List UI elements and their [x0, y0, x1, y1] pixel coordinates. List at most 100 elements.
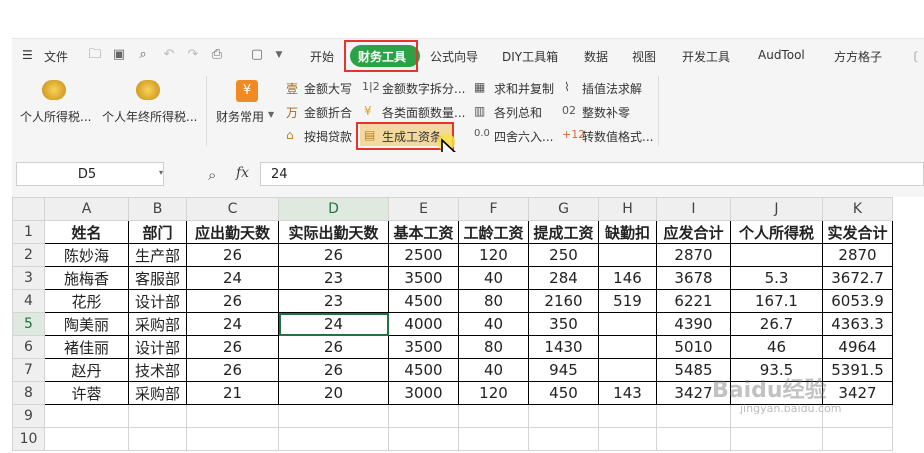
undo-icon[interactable]: ↶: [162, 48, 176, 62]
cell[interactable]: 2500: [388, 243, 459, 267]
cell[interactable]: 80: [458, 335, 529, 359]
row-header[interactable]: 6: [12, 335, 45, 359]
cell[interactable]: [186, 427, 279, 451]
column-header[interactable]: A: [44, 197, 129, 221]
cell[interactable]: 3000: [388, 381, 459, 405]
cell[interactable]: 花彤: [44, 289, 129, 313]
tabs-overflow-icon[interactable]: 〔: [906, 48, 918, 65]
column-header[interactable]: I: [656, 197, 731, 221]
cell[interactable]: 3672.7: [822, 266, 893, 290]
tab-audtool[interactable]: AudTool: [758, 48, 805, 62]
to-number-format-button[interactable]: 转数值格式...: [582, 128, 653, 145]
cell[interactable]: 褚佳丽: [44, 335, 129, 359]
more-dropdown-icon[interactable]: ▼: [272, 48, 286, 62]
column-header[interactable]: J: [730, 197, 823, 221]
cell[interactable]: 2160: [528, 289, 599, 313]
cell[interactable]: [598, 358, 657, 382]
cell[interactable]: [44, 404, 129, 428]
cell[interactable]: [656, 404, 731, 428]
cell[interactable]: 生产部: [128, 243, 187, 267]
cell[interactable]: [598, 335, 657, 359]
tab-diy-toolbox[interactable]: DIY工具箱: [502, 48, 558, 65]
cell[interactable]: [44, 427, 129, 451]
row-header-selected[interactable]: 5: [12, 312, 45, 336]
select-all-corner[interactable]: [12, 197, 45, 221]
column-header[interactable]: G: [528, 197, 599, 221]
cell[interactable]: 陈妙海: [44, 243, 129, 267]
cell[interactable]: [656, 427, 731, 451]
cell[interactable]: [278, 404, 389, 428]
cell[interactable]: 20: [278, 381, 389, 405]
cell[interactable]: 4000: [388, 312, 459, 336]
cell[interactable]: 26.7: [730, 312, 823, 336]
year-end-tax-button[interactable]: 个人年终所得税...: [102, 108, 197, 125]
cell[interactable]: 40: [458, 266, 529, 290]
denomination-count-button[interactable]: 各类面额数量...: [382, 104, 465, 121]
amount-capital-button[interactable]: 金额大写: [304, 80, 352, 97]
cell[interactable]: [128, 427, 187, 451]
cell[interactable]: 250: [528, 243, 599, 267]
column-header[interactable]: C: [186, 197, 279, 221]
cell[interactable]: [598, 427, 657, 451]
cell[interactable]: [458, 427, 529, 451]
cell[interactable]: 519: [598, 289, 657, 313]
open-folder-icon[interactable]: 🗀: [88, 48, 102, 62]
cell[interactable]: 945: [528, 358, 599, 382]
cell[interactable]: 21: [186, 381, 279, 405]
cell[interactable]: 应出勤天数: [186, 220, 279, 244]
cell[interactable]: [388, 404, 459, 428]
tab-data[interactable]: 数据: [584, 48, 608, 65]
cell[interactable]: 26: [186, 243, 279, 267]
row-header[interactable]: 1: [12, 220, 45, 244]
finance-common-dropdown-icon[interactable]: ▼: [268, 110, 274, 119]
cell[interactable]: 24: [186, 312, 279, 336]
cell[interactable]: 26: [186, 358, 279, 382]
sum-copy-button[interactable]: 求和并复制: [494, 80, 554, 97]
tab-developer[interactable]: 开发工具: [682, 48, 730, 65]
zoom-search-icon[interactable]: ⌕: [208, 166, 216, 184]
column-header[interactable]: H: [598, 197, 657, 221]
cell[interactable]: [598, 404, 657, 428]
cell[interactable]: 工龄工资: [458, 220, 529, 244]
row-header[interactable]: 9: [12, 404, 45, 428]
cell[interactable]: [598, 243, 657, 267]
new-doc-icon[interactable]: ▢: [250, 48, 264, 62]
cell[interactable]: 46: [730, 335, 823, 359]
tab-fangfang[interactable]: 方方格子: [834, 48, 882, 65]
row-header[interactable]: 4: [12, 289, 45, 313]
cell[interactable]: [458, 404, 529, 428]
column-header[interactable]: F: [458, 197, 529, 221]
cell[interactable]: 26: [278, 358, 389, 382]
cell[interactable]: 80: [458, 289, 529, 313]
cell[interactable]: 4390: [656, 312, 731, 336]
cell[interactable]: [128, 404, 187, 428]
cell[interactable]: 4964: [822, 335, 893, 359]
cell[interactable]: 6053.9: [822, 289, 893, 313]
cell[interactable]: 缺勤扣: [598, 220, 657, 244]
cell[interactable]: 4500: [388, 289, 459, 313]
cell[interactable]: 167.1: [730, 289, 823, 313]
interpolation-button[interactable]: 插值法求解: [582, 80, 642, 97]
cell[interactable]: 2870: [822, 243, 893, 267]
mortgage-button[interactable]: 按揭贷款: [304, 128, 352, 145]
amount-split-button[interactable]: 金额数字拆分...: [382, 80, 465, 97]
cell[interactable]: 3500: [388, 266, 459, 290]
cell[interactable]: 2870: [656, 243, 731, 267]
cell[interactable]: 设计部: [128, 335, 187, 359]
cell[interactable]: 120: [458, 243, 529, 267]
cell[interactable]: 个人所得税: [730, 220, 823, 244]
cell[interactable]: 4363.3: [822, 312, 893, 336]
cell[interactable]: 实际出勤天数: [278, 220, 389, 244]
name-box-dropdown-icon[interactable]: ▾: [157, 168, 165, 177]
row-header[interactable]: 2: [12, 243, 45, 267]
cell[interactable]: [822, 427, 893, 451]
cell[interactable]: 24: [186, 266, 279, 290]
cell[interactable]: 3500: [388, 335, 459, 359]
column-total-button[interactable]: 各列总和: [494, 104, 542, 121]
redo-icon[interactable]: ↷: [186, 48, 200, 62]
cell[interactable]: 6221: [656, 289, 731, 313]
formula-input[interactable]: 24: [260, 162, 924, 186]
cell[interactable]: 450: [528, 381, 599, 405]
cell[interactable]: 应发合计: [656, 220, 731, 244]
hamburger-menu-icon[interactable]: ☰: [22, 48, 33, 62]
